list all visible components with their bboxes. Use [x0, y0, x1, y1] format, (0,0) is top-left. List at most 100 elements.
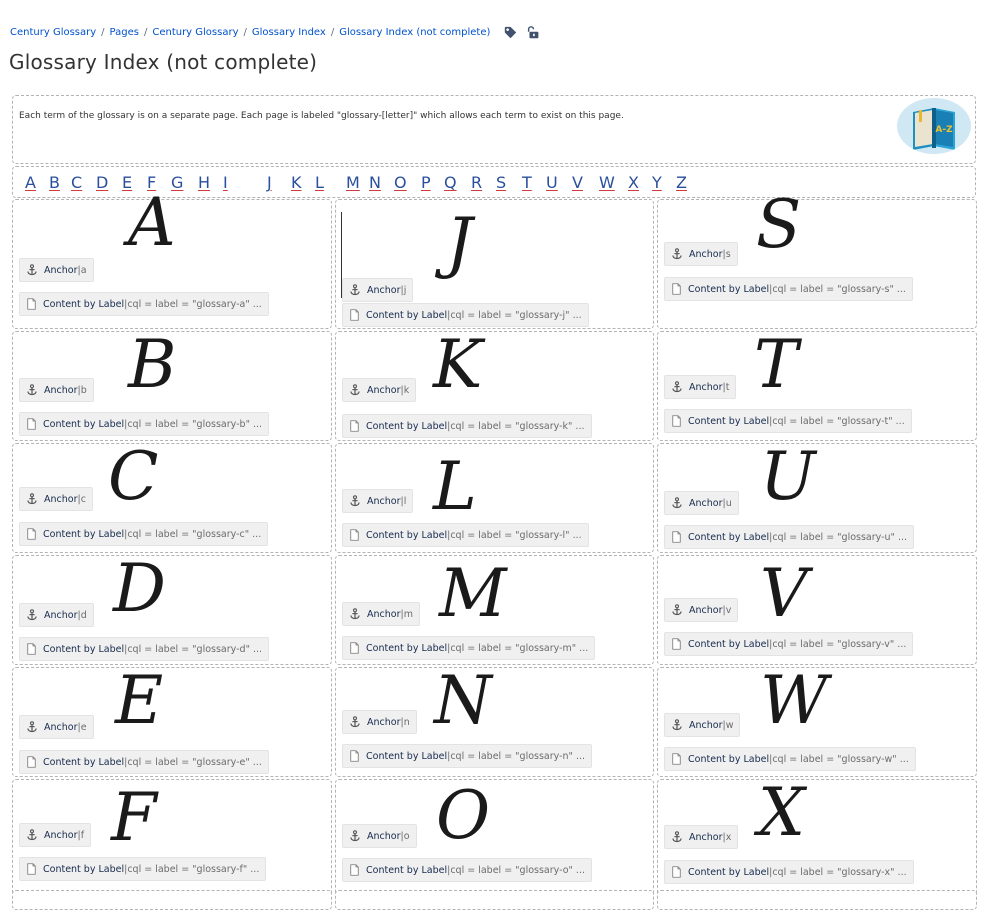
content-by-label-macro[interactable]: Content by Label | cql = label = "glossa… — [342, 414, 592, 438]
cql-param: cql = label = "glossary-a" ... — [127, 298, 262, 310]
content-by-label-macro[interactable]: Content by Label | cql = label = "glossa… — [664, 632, 914, 656]
alphabet-link-d[interactable]: D — [96, 173, 108, 192]
alphabet-link-y[interactable]: Y — [652, 173, 662, 192]
content-by-label-macro[interactable]: Content by Label | cql = label = "glossa… — [19, 857, 267, 881]
anchor-macro[interactable]: Anchor | o — [342, 824, 417, 848]
anchor-macro[interactable]: Anchor | b — [19, 378, 94, 402]
alphabet-link-k[interactable]: K — [291, 173, 302, 192]
macro-name: Content by Label — [366, 420, 448, 432]
anchor-param: t — [725, 381, 730, 393]
anchor-macro[interactable]: Anchor | d — [19, 603, 94, 627]
content-by-label-macro[interactable]: Content by Label | cql = label = "glossa… — [19, 412, 270, 436]
content-by-label-macro[interactable]: Content by Label | cql = label = "glossa… — [19, 750, 269, 774]
content-by-label-macro[interactable]: Content by Label | cql = label = "glossa… — [664, 860, 914, 884]
anchor-macro[interactable]: Anchor | x — [664, 825, 739, 849]
content-by-label-macro[interactable]: Content by Label | cql = label = "glossa… — [342, 523, 589, 547]
anchor-macro[interactable]: Anchor | m — [342, 602, 420, 626]
content-by-label-macro[interactable]: Content by Label | cql = label = "glossa… — [19, 522, 269, 546]
alphabet-link-t[interactable]: T — [522, 173, 532, 192]
breadcrumb-item[interactable]: Pages — [110, 27, 139, 38]
alphabet-link-j[interactable]: J — [267, 173, 272, 192]
macro-name: Content by Label — [43, 643, 125, 655]
anchor-macro[interactable]: Anchor | e — [19, 715, 94, 739]
section-letter: A — [128, 184, 176, 261]
content-by-label-macro[interactable]: Content by Label | cql = label = "glossa… — [664, 525, 915, 549]
alphabet-link-v[interactable]: V — [572, 173, 583, 192]
anchor-icon — [349, 830, 361, 842]
macro-name: Content by Label — [43, 863, 125, 875]
content-by-label-macro[interactable]: Content by Label | cql = label = "glossa… — [664, 277, 913, 301]
alphabet-link-x[interactable]: X — [628, 173, 639, 192]
alphabet-link-u[interactable]: U — [546, 173, 558, 192]
tag-icon[interactable] — [504, 26, 517, 39]
content-by-label-macro[interactable]: Content by Label | cql = label = "glossa… — [342, 858, 592, 882]
alphabet-link-i[interactable]: I — [223, 173, 228, 192]
breadcrumb-item[interactable]: Century Glossary — [10, 27, 96, 38]
anchor-macro[interactable]: Anchor | k — [342, 378, 417, 402]
breadcrumb-item-current[interactable]: Glossary Index (not complete) — [339, 27, 490, 38]
anchor-macro[interactable]: Anchor | n — [342, 710, 417, 734]
cql-param: cql = label = "glossary-l" ... — [450, 529, 582, 541]
cql-param: cql = label = "glossary-o" ... — [450, 864, 585, 876]
macro-name: Anchor — [689, 381, 723, 393]
content-by-label-macro[interactable]: Content by Label | cql = label = "glossa… — [19, 637, 270, 661]
cql-param: cql = label = "glossary-j" ... — [450, 309, 582, 321]
anchor-macro[interactable]: Anchor | j — [342, 278, 414, 302]
anchor-param: n — [403, 716, 410, 728]
anchor-macro[interactable]: Anchor | s — [664, 242, 738, 266]
glossary-cell-partial — [335, 890, 654, 910]
alphabet-link-m[interactable]: M — [346, 173, 360, 192]
page-icon — [671, 531, 682, 543]
anchor-macro[interactable]: Anchor | t — [664, 375, 737, 399]
alphabet-link-h[interactable]: H — [198, 173, 210, 192]
breadcrumb-item[interactable]: Glossary Index — [252, 27, 326, 38]
text-cursor — [341, 212, 342, 298]
anchor-icon — [349, 284, 361, 296]
content-by-label-macro[interactable]: Content by Label | cql = label = "glossa… — [342, 636, 596, 660]
section-letter: O — [436, 777, 491, 854]
macro-name: Anchor — [44, 264, 78, 276]
section-letter: S — [756, 186, 802, 263]
alphabet-link-r[interactable]: R — [471, 173, 482, 192]
anchor-macro[interactable]: Anchor | f — [19, 823, 92, 847]
content-by-label-macro[interactable]: Content by Label | cql = label = "glossa… — [664, 409, 912, 433]
macro-name: Content by Label — [688, 531, 770, 543]
content-by-label-macro[interactable]: Content by Label | cql = label = "glossa… — [664, 747, 916, 771]
cql-param: cql = label = "glossary-b" ... — [127, 418, 263, 430]
glossary-cell-partial — [657, 890, 977, 910]
macro-name: Anchor — [689, 497, 723, 509]
alphabet-link-c[interactable]: C — [71, 173, 82, 192]
cql-param: cql = label = "glossary-m" ... — [450, 642, 589, 654]
unlock-icon[interactable] — [527, 26, 540, 39]
macro-name: Content by Label — [688, 283, 770, 295]
macro-name: Anchor — [44, 829, 78, 841]
content-by-label-macro[interactable]: Content by Label | cql = label = "glossa… — [342, 303, 589, 327]
alphabet-link-a[interactable]: A — [25, 173, 36, 192]
anchor-macro[interactable]: Anchor | c — [19, 487, 93, 511]
breadcrumb-item[interactable]: Century Glossary — [152, 27, 238, 38]
alphabet-link-q[interactable]: Q — [444, 173, 457, 192]
alphabet-link-w[interactable]: W — [599, 173, 615, 192]
alphabet-link-s[interactable]: S — [496, 173, 506, 192]
page-icon — [26, 298, 37, 310]
anchor-macro[interactable]: Anchor | a — [19, 258, 94, 282]
alphabet-link-p[interactable]: P — [421, 173, 431, 192]
glossary-cell-m: M Anchor | m Content by Label | cql = labe… — [335, 555, 654, 665]
content-by-label-macro[interactable]: Content by Label | cql = label = "glossa… — [342, 744, 593, 768]
macro-name: Anchor — [44, 609, 78, 621]
alphabet-link-b[interactable]: B — [49, 173, 60, 192]
anchor-macro[interactable]: Anchor | l — [342, 489, 414, 513]
alphabet-link-n[interactable]: N — [369, 173, 381, 192]
anchor-macro[interactable]: Anchor | w — [664, 713, 741, 737]
macro-name: Anchor — [367, 830, 401, 842]
content-by-label-macro[interactable]: Content by Label | cql = label = "glossa… — [19, 292, 269, 316]
cql-param: cql = label = "glossary-e" ... — [127, 756, 262, 768]
anchor-macro[interactable]: Anchor | u — [664, 491, 739, 515]
glossary-cell-u: U Anchor | u Content by Label | cql = labe… — [657, 443, 977, 553]
anchor-macro[interactable]: Anchor | v — [664, 598, 739, 622]
macro-name: Anchor — [367, 716, 401, 728]
alphabet-link-l[interactable]: L — [315, 173, 324, 192]
glossary-cell-t: T Anchor | t Content by Label | cql = labe… — [657, 331, 977, 441]
alphabet-link-z[interactable]: Z — [676, 173, 687, 192]
alphabet-link-o[interactable]: O — [394, 173, 407, 192]
